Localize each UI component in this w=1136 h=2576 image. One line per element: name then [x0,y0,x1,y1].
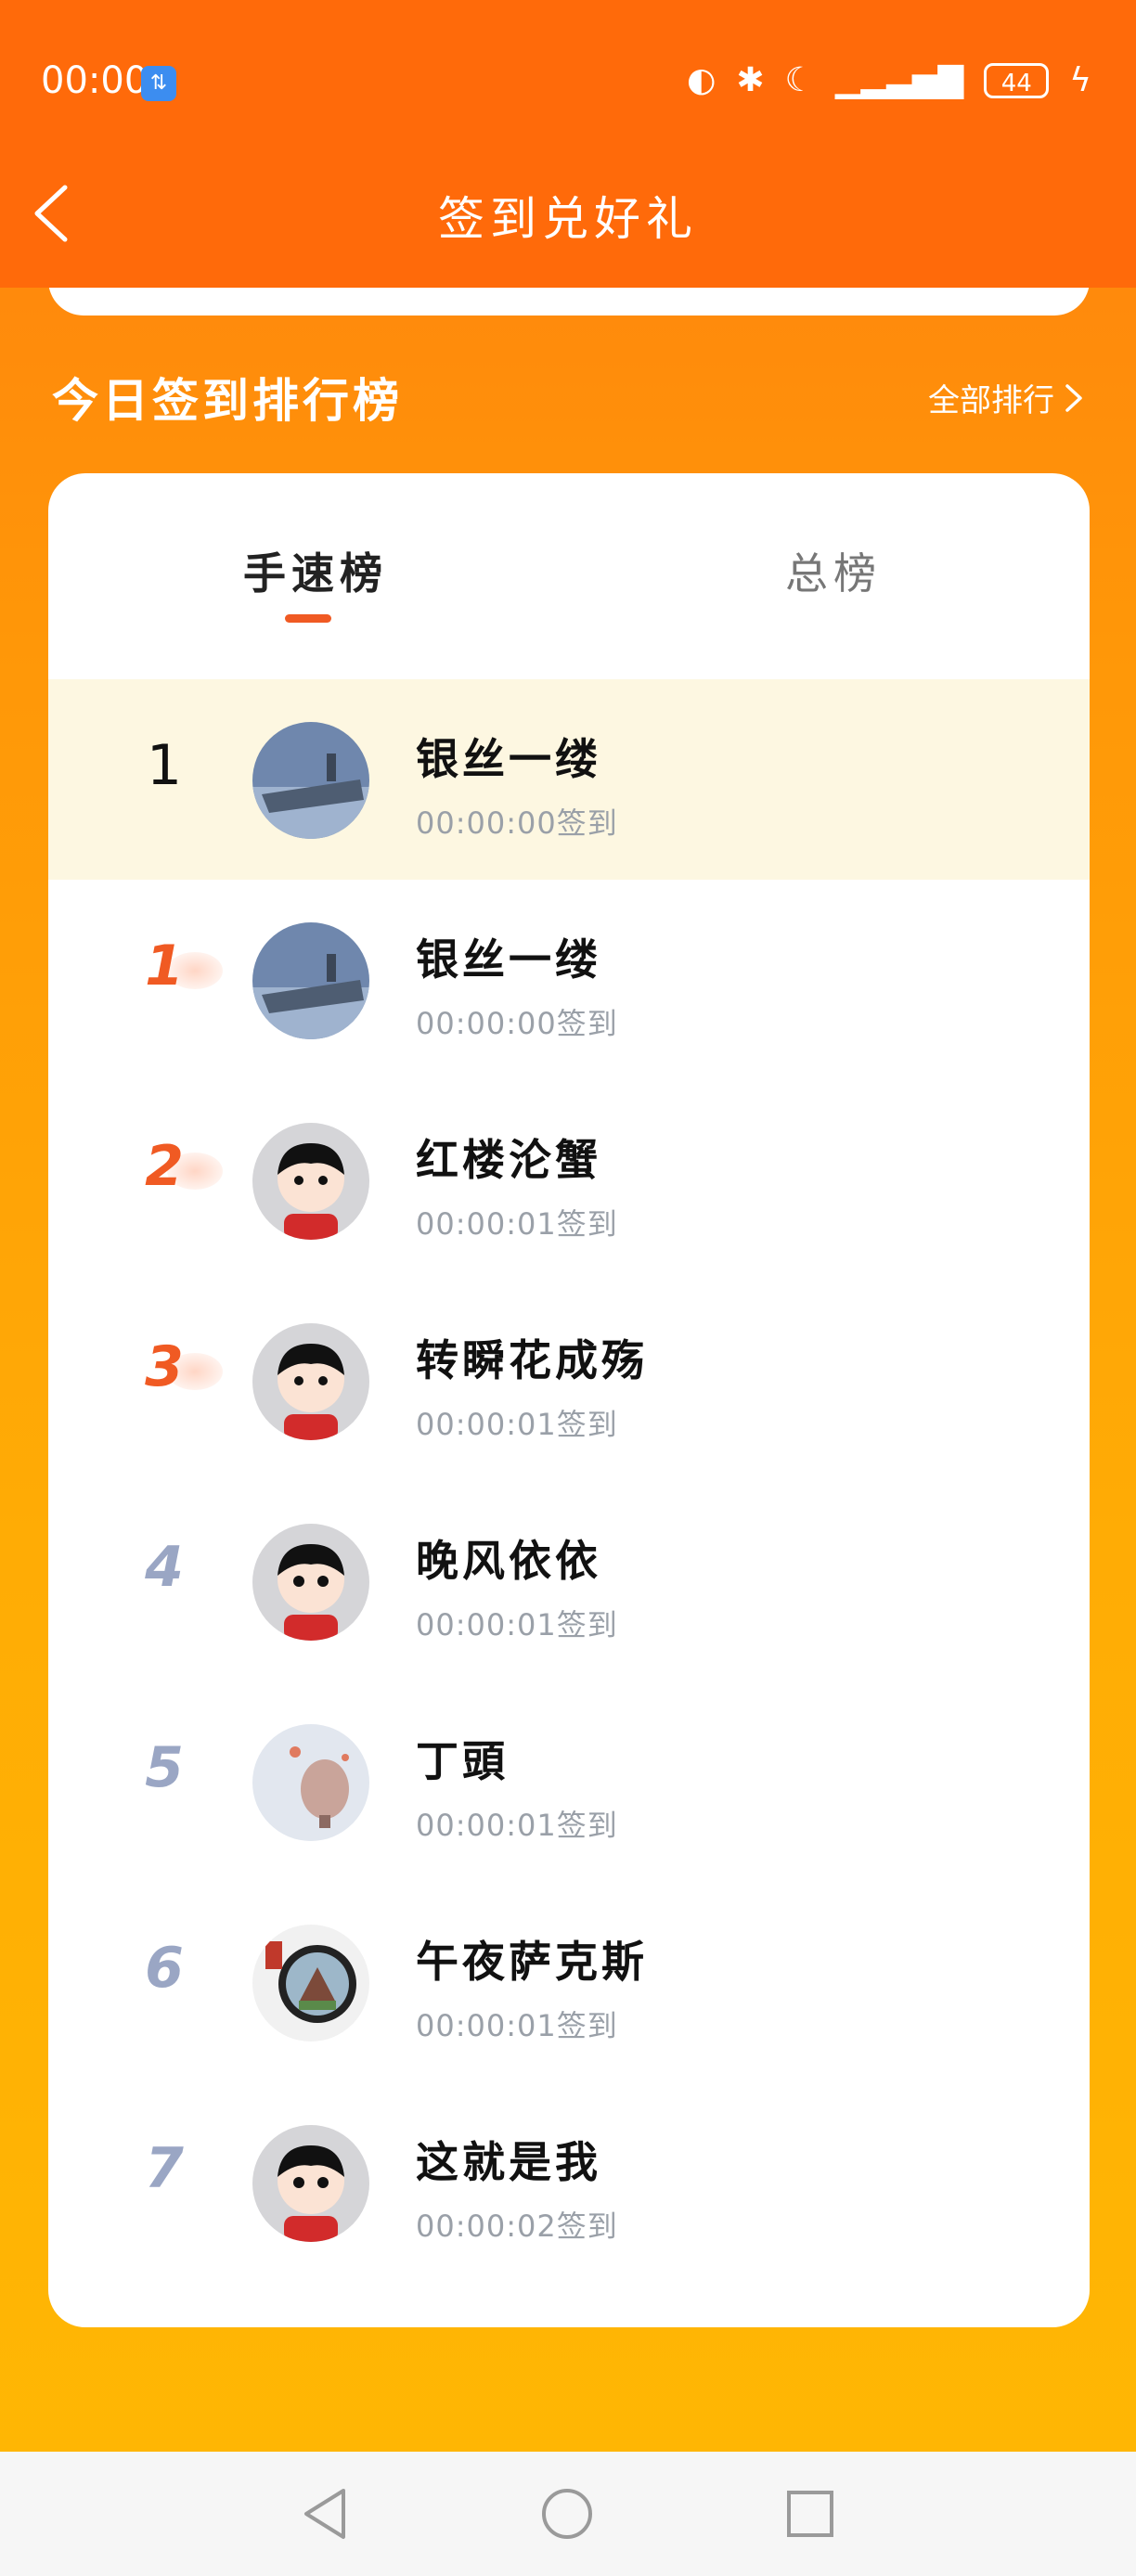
rank-number: 6 [145,1936,184,2001]
header-bar: 00:00 ⇅ ◐ ✱ ☾ ▁▂▃▅▇ 44 ϟ 签到兑好礼 [0,0,1136,288]
rank-row[interactable]: 4 晚风依依 00:00:01签到 [48,1481,1090,1681]
signal-icon: ▁▂▃▅▇ [834,61,964,99]
tab-total[interactable]: 总榜 [785,540,882,601]
user-name: 这就是我 [416,2137,601,2187]
rank-number: 5 [145,1735,184,1800]
bluetooth-icon: ✱ [736,61,765,99]
user-name: 转瞬花成殇 [416,1335,648,1385]
rank-row[interactable]: 6 午夜萨克斯 00:00:01签到 [48,1882,1090,2082]
checkin-time: 00:00:00签到 [416,805,618,841]
checkin-time: 00:00:01签到 [416,1206,618,1242]
checkin-time: 00:00:01签到 [416,2008,618,2043]
rank-number: 1 [145,934,184,998]
status-icons: ◐ ✱ ☾ ▁▂▃▅▇ 44 ϟ [687,61,1091,99]
rank-number: 3 [145,1334,184,1399]
user-name: 红楼沦蟹 [416,1135,601,1185]
avatar [252,1724,369,1841]
rank-number: 7 [145,2136,184,2201]
avatar [252,722,369,839]
system-nav-bar [0,2452,1136,2576]
checkin-time: 00:00:01签到 [416,1607,618,1642]
user-name: 银丝一缕 [416,934,601,985]
nav-home-icon[interactable] [540,2487,594,2541]
ranking-title: 今日签到排行榜 [52,374,403,428]
nav-recents-icon[interactable] [785,2489,835,2539]
rank-number: 2 [145,1134,184,1199]
status-time: 00:00 [41,59,148,102]
chevron-right-icon [1065,383,1082,412]
user-name: 丁頭 [416,1736,509,1786]
tab-speed[interactable]: 手速榜 [243,540,388,601]
user-name: 午夜萨克斯 [416,1937,648,1987]
checkin-time: 00:00:00签到 [416,1006,618,1041]
rank-number: 1 [146,733,183,798]
battery-icon: 44 [984,62,1050,98]
nav-back-icon[interactable] [299,2485,351,2543]
page-title: 签到兑好礼 [438,192,698,246]
rank-row[interactable]: 1 银丝一缕 00:00:00签到 [48,880,1090,1080]
checkin-time: 00:00:01签到 [416,1808,618,1843]
all-ranking-link[interactable]: 全部排行 [928,375,1084,420]
avatar [252,2125,369,2242]
rank-number: 4 [145,1535,184,1600]
all-ranking-label: 全部排行 [928,382,1054,419]
rank-row[interactable]: 3 转瞬花成殇 00:00:01签到 [48,1281,1090,1481]
ranking-card: 手速榜 总榜 1 银丝一缕 00:00:00签到 1 银丝一缕 00:00:00… [48,473,1090,2327]
charging-icon: ϟ [1069,61,1091,99]
notification-icon: ⇅ [141,66,176,101]
avatar [252,922,369,1039]
rank-row[interactable]: 2 红楼沦蟹 00:00:01签到 [48,1080,1090,1281]
avatar [252,1524,369,1641]
avatar [252,1123,369,1240]
my-rank-row[interactable]: 1 银丝一缕 00:00:00签到 [48,679,1090,880]
user-name: 银丝一缕 [416,734,601,784]
checkin-time: 00:00:02签到 [416,2209,618,2244]
checkin-time: 00:00:01签到 [416,1407,618,1442]
user-name: 晚风依依 [416,1536,601,1586]
rank-row[interactable]: 5 丁頭 00:00:01签到 [48,1681,1090,1882]
moon-icon: ☾ [784,61,815,99]
avatar [252,1925,369,2041]
tab-indicator [285,614,331,623]
avatar [252,1323,369,1440]
rank-row[interactable]: 7 这就是我 00:00:02签到 [48,2082,1090,2283]
hd-icon: ◐ [686,61,716,99]
